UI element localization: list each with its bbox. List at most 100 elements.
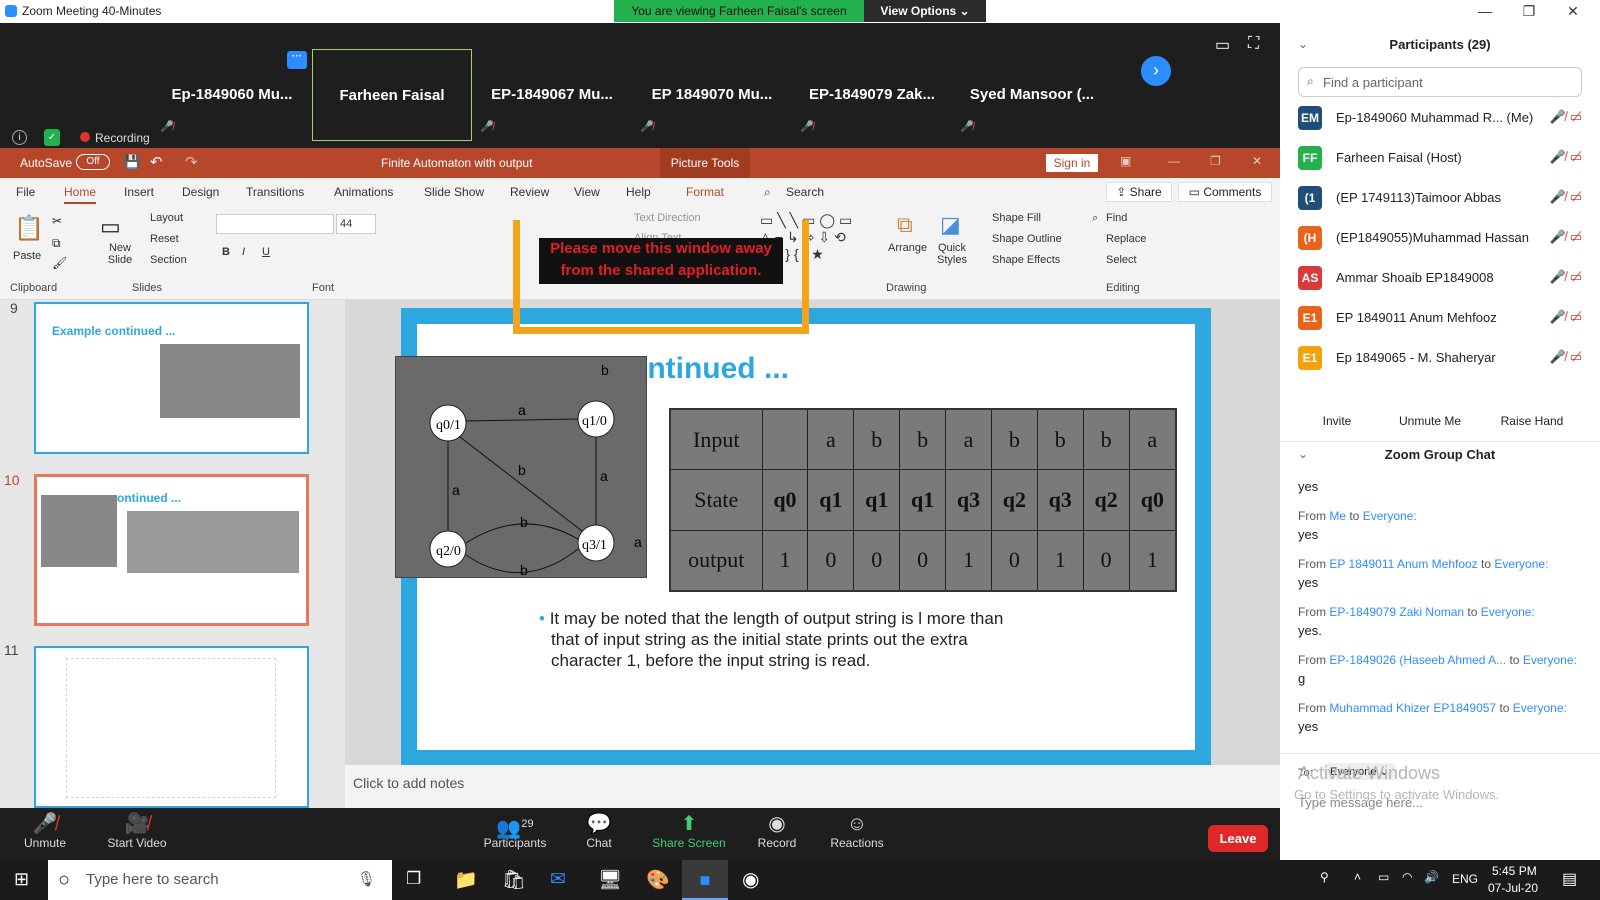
ribbon-search[interactable]: Search bbox=[786, 185, 824, 199]
tab-animations[interactable]: Animations bbox=[334, 185, 393, 199]
autosave-toggle[interactable]: Off bbox=[76, 154, 110, 170]
tab-help[interactable]: Help bbox=[626, 185, 651, 199]
slide-thumbnail[interactable]: Example continued ... bbox=[34, 302, 309, 454]
participant-row[interactable]: (1 (EP 1749113)Taimoor Abbas 🎤̸ ▭̸ bbox=[1280, 178, 1600, 218]
ppt-maximize-icon[interactable]: ❐ bbox=[1210, 154, 1221, 168]
view-options-button[interactable]: View Options ⌄ bbox=[864, 0, 986, 22]
participant-row[interactable]: E1 EP 1849011 Anum Mehfooz 🎤̸ ▭̸ bbox=[1280, 298, 1600, 338]
italic-button[interactable]: I bbox=[242, 246, 245, 258]
tab-slide-show[interactable]: Slide Show bbox=[424, 185, 484, 199]
redo-icon[interactable]: ↷ bbox=[185, 153, 198, 171]
participant-row[interactable]: FF Farheen Faisal (Host) 🎤̸ ▭̸ bbox=[1280, 138, 1600, 178]
paste-label[interactable]: Paste bbox=[13, 250, 41, 262]
chat-recipient[interactable]: Everyone: bbox=[1513, 701, 1567, 715]
undo-icon[interactable]: ↶ bbox=[150, 153, 163, 171]
participant-row[interactable]: (H (EP1849055)Muhammad Hassan 🎤̸ ▭̸ bbox=[1280, 218, 1600, 258]
sign-in-button[interactable]: Sign in bbox=[1046, 154, 1098, 172]
find-icon[interactable]: ⌕ bbox=[1092, 212, 1098, 225]
find-button[interactable]: Find bbox=[1106, 212, 1127, 224]
shield-icon[interactable]: ✓ bbox=[44, 129, 60, 146]
record-button[interactable]: ◉ Record bbox=[732, 812, 822, 850]
minimize-button[interactable]: — bbox=[1463, 0, 1507, 23]
tab-review[interactable]: Review bbox=[510, 185, 549, 199]
start-video-button[interactable]: 🎥̸ Start Video bbox=[92, 812, 182, 850]
arrange-button[interactable]: Arrange bbox=[888, 242, 927, 254]
people-icon[interactable]: ⚲ bbox=[1320, 870, 1329, 884]
font-size-select[interactable]: 44 bbox=[336, 214, 376, 234]
chat-button[interactable]: 💬 Chat bbox=[554, 812, 644, 850]
reactions-button[interactable]: ☺ Reactions bbox=[812, 812, 902, 850]
tray-chevron-icon[interactable]: ˄ bbox=[1354, 870, 1361, 884]
ribbon-display-icon[interactable]: ▣ bbox=[1120, 154, 1131, 168]
chat-sender[interactable]: EP-1849079 Zaki Noman bbox=[1329, 605, 1464, 619]
language-indicator[interactable]: ENG bbox=[1452, 872, 1478, 886]
chat-sender[interactable]: Muhammad Khizer EP1849057 bbox=[1329, 701, 1496, 715]
raise-hand-button[interactable]: Raise Hand bbox=[1498, 409, 1566, 433]
output-table[interactable]: Input a b b a b b b a State q0 q1 q1 q1 q3 q2 q3 q2 q0 outp… bbox=[669, 408, 1177, 592]
cut-icon[interactable]: ✂ bbox=[52, 214, 62, 228]
quick-styles-button[interactable]: Quick Styles bbox=[932, 242, 972, 266]
section-button[interactable]: Section bbox=[150, 254, 187, 266]
clock-time[interactable]: 5:45 PM bbox=[1492, 864, 1537, 878]
slide-thumbnail-selected[interactable]: ontinued ... bbox=[34, 474, 309, 626]
shape-outline-button[interactable]: Shape Outline bbox=[992, 233, 1062, 245]
copy-icon[interactable]: ⧉ bbox=[52, 236, 61, 251]
notifications-icon[interactable]: ▤ bbox=[1562, 869, 1577, 889]
chat-recipient[interactable]: Everyone: bbox=[1363, 509, 1417, 523]
maximize-button[interactable]: ❐ bbox=[1507, 0, 1551, 23]
tab-home[interactable]: Home bbox=[64, 185, 97, 204]
share-screen-button[interactable]: ⬆ Share Screen bbox=[644, 812, 734, 850]
tab-format[interactable]: Format bbox=[686, 185, 724, 199]
unmute-me-button[interactable]: Unmute Me bbox=[1392, 409, 1468, 433]
shape-fill-button[interactable]: Shape Fill bbox=[992, 212, 1041, 224]
close-button[interactable]: ✕ bbox=[1551, 0, 1595, 23]
select-button[interactable]: Select bbox=[1106, 254, 1137, 266]
chat-recipient[interactable]: Everyone: bbox=[1523, 653, 1577, 667]
paste-icon[interactable]: 📋 bbox=[14, 214, 44, 243]
paint-icon[interactable]: 🎨 bbox=[646, 868, 670, 892]
shape-effects-button[interactable]: Shape Effects bbox=[992, 254, 1060, 266]
battery-icon[interactable]: ▭ bbox=[1378, 870, 1389, 884]
mail-icon[interactable]: ✉ bbox=[550, 868, 566, 891]
bold-button[interactable]: B bbox=[222, 246, 230, 258]
slide-title[interactable]: ontinued ... bbox=[629, 352, 789, 386]
participant-row[interactable]: EM Ep-1849060 Muhammad R... (Me) 🎤̸ ▭̸ bbox=[1280, 98, 1600, 138]
file-explorer-icon[interactable]: 📁 bbox=[454, 868, 478, 892]
info-icon[interactable]: i bbox=[12, 130, 27, 145]
participant-row[interactable]: E1 Ep 1849065 - M. Shaheryar 🎤̸ ▭̸ bbox=[1280, 338, 1600, 378]
mic-icon[interactable]: 🎙 bbox=[357, 860, 376, 900]
leave-button[interactable]: Leave bbox=[1208, 825, 1268, 852]
next-page-button[interactable]: › bbox=[1141, 56, 1171, 86]
comments-button[interactable]: ▭ Comments bbox=[1178, 182, 1272, 202]
font-family-select[interactable] bbox=[216, 214, 334, 234]
chrome-icon[interactable]: ◉ bbox=[742, 867, 759, 892]
store-icon[interactable]: 🛍 bbox=[502, 868, 526, 892]
tab-transitions[interactable]: Transitions bbox=[246, 185, 304, 199]
bullet-text[interactable]: • It may be noted that the length of out… bbox=[539, 608, 1079, 671]
underline-button[interactable]: U bbox=[262, 246, 270, 258]
format-painter-icon[interactable]: 🖌 bbox=[52, 256, 67, 270]
replace-button[interactable]: Replace bbox=[1106, 233, 1146, 245]
task-view-icon[interactable]: ❐ bbox=[406, 869, 421, 889]
find-participant-input[interactable]: ⌕ Find a participant bbox=[1298, 67, 1582, 97]
quick-styles-icon[interactable]: ◪ bbox=[940, 212, 961, 238]
chat-sender[interactable]: EP 1849011 Anum Mehfooz bbox=[1329, 557, 1477, 571]
chat-recipient[interactable]: Everyone: bbox=[1494, 557, 1548, 571]
zoom-app-icon[interactable]: ■ bbox=[682, 860, 728, 900]
chat-recipient[interactable]: Everyone: bbox=[1481, 605, 1535, 619]
tab-file[interactable]: File bbox=[16, 185, 35, 199]
gallery-view-icon[interactable]: ▭ bbox=[1215, 35, 1230, 55]
share-button[interactable]: ⇪ Share bbox=[1106, 182, 1172, 202]
participant-row[interactable]: AS Ammar Shoaib EP1849008 🎤̸ ▭̸ bbox=[1280, 258, 1600, 298]
automaton-diagram[interactable]: q0/1 q1/0 q2/0 q3/1 a b a a b b b a bbox=[395, 356, 647, 578]
tab-design[interactable]: Design bbox=[182, 185, 219, 199]
tab-insert[interactable]: Insert bbox=[124, 185, 154, 199]
chat-sender[interactable]: EP-1849026 (Haseeb Ahmed A... bbox=[1329, 653, 1506, 667]
new-slide-icon[interactable]: ▭ bbox=[100, 214, 121, 240]
tab-view[interactable]: View bbox=[574, 185, 600, 199]
ppt-minimize-icon[interactable]: — bbox=[1168, 154, 1180, 168]
unmute-button[interactable]: 🎤̸ Unmute bbox=[0, 812, 90, 850]
new-slide-label[interactable]: New Slide bbox=[100, 242, 140, 266]
notes-pane[interactable]: Click to add notes bbox=[345, 765, 1280, 808]
clock-date[interactable]: 07-Jul-20 bbox=[1488, 881, 1538, 895]
